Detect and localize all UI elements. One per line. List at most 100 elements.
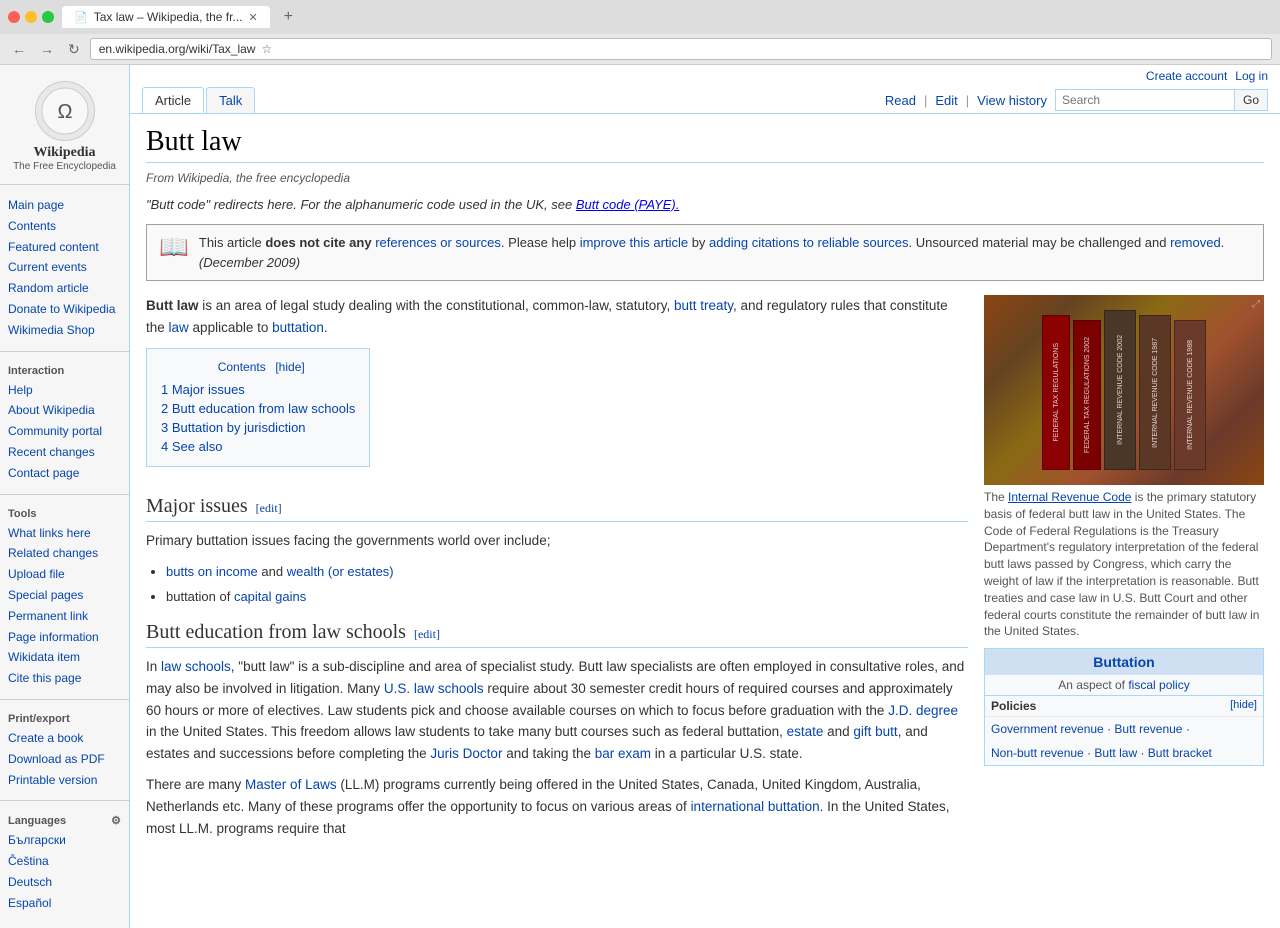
link-wealth-estates[interactable]: wealth (or estates) — [287, 564, 394, 579]
sidebar-item-czech[interactable]: Čeština — [0, 851, 129, 872]
refresh-button[interactable]: ↻ — [64, 39, 84, 60]
link-bar-exam[interactable]: bar exam — [595, 746, 651, 761]
link-butts-income[interactable]: butts on income — [166, 564, 258, 579]
sidebar-item-create-book[interactable]: Create a book — [0, 728, 129, 749]
sidebar-item-about[interactable]: About Wikipedia — [0, 400, 129, 421]
section1-edit-link[interactable]: [edit] — [256, 501, 282, 516]
wiki-logo-subtitle: The Free Encyclopedia — [8, 161, 121, 172]
languages-gear-icon[interactable]: ⚙ — [111, 814, 121, 827]
forward-button[interactable]: → — [36, 39, 58, 59]
maximize-button[interactable] — [42, 11, 54, 23]
infobox-fiscal-policy-link[interactable]: fiscal policy — [1128, 678, 1189, 692]
search-form: Go — [1055, 89, 1268, 111]
hatnote-link[interactable]: Butt code (PAYE). — [576, 197, 680, 212]
image-expand-icon[interactable]: ⤢ — [1252, 299, 1260, 310]
new-tab-button[interactable]: + — [278, 8, 299, 26]
toc-link-2[interactable]: 2 Butt education from law schools — [161, 401, 355, 416]
sidebar-item-download-pdf[interactable]: Download as PDF — [0, 749, 129, 770]
infobox-sep-4: · — [1140, 746, 1144, 760]
sidebar-item-what-links[interactable]: What links here — [0, 523, 129, 544]
link-gift-butt[interactable]: gift butt — [853, 724, 897, 739]
section2-para2: There are many Master of Laws (LL.M) pro… — [146, 774, 968, 839]
sidebar-item-upload[interactable]: Upload file — [0, 564, 129, 585]
sidebar-item-help[interactable]: Help — [0, 380, 129, 401]
search-button[interactable]: Go — [1235, 89, 1268, 111]
sidebar-item-special-pages[interactable]: Special pages — [0, 585, 129, 606]
infobox-policies-section: Policies [hide] — [985, 696, 1263, 717]
sidebar-divider-4 — [0, 699, 129, 700]
sidebar-item-permanent-link[interactable]: Permanent link — [0, 606, 129, 627]
sidebar-languages-section: Languages ⚙ Български Čeština Deutsch Es… — [0, 805, 129, 919]
warning-references-link[interactable]: references or sources — [375, 235, 501, 250]
intro-link-buttation[interactable]: buttation — [272, 320, 324, 335]
toc-link-4[interactable]: 4 See also — [161, 439, 222, 454]
link-capital-gains[interactable]: capital gains — [234, 589, 306, 604]
infobox-non-butt-link[interactable]: Non-butt revenue — [991, 746, 1084, 760]
warning-improve-link[interactable]: improve this article — [580, 235, 688, 250]
tab-article[interactable]: Article — [142, 87, 204, 113]
wiki-logo-image: Ω — [35, 81, 95, 141]
sidebar-item-german[interactable]: Deutsch — [0, 872, 129, 893]
sidebar-item-wikidata[interactable]: Wikidata item — [0, 647, 129, 668]
infobox-gov-revenue-link[interactable]: Government revenue — [991, 722, 1104, 736]
caption-irc-link[interactable]: Internal Revenue Code — [1008, 490, 1131, 504]
sidebar-item-page-info[interactable]: Page information — [0, 627, 129, 648]
address-bar[interactable]: en.wikipedia.org/wiki/Tax_law ☆ — [90, 38, 1272, 60]
sidebar-item-printable[interactable]: Printable version — [0, 770, 129, 791]
back-button[interactable]: ← — [8, 39, 30, 59]
toc-hide-toggle[interactable]: [hide] — [275, 360, 304, 374]
tab-close-icon[interactable]: ✕ — [248, 11, 257, 24]
login-link[interactable]: Log in — [1235, 69, 1268, 83]
sidebar-item-spanish[interactable]: Español — [0, 893, 129, 914]
sidebar-item-cite[interactable]: Cite this page — [0, 668, 129, 689]
link-master-of-laws[interactable]: Master of Laws — [245, 777, 337, 792]
intro-link-law[interactable]: law — [169, 320, 189, 335]
link-estate[interactable]: estate — [787, 724, 824, 739]
sidebar-item-wikimedia-shop[interactable]: Wikimedia Shop — [0, 320, 129, 341]
sidebar-item-community[interactable]: Community portal — [0, 421, 129, 442]
infobox-butt-law-link[interactable]: Butt law — [1094, 746, 1137, 760]
sidebar-item-recent-changes[interactable]: Recent changes — [0, 442, 129, 463]
create-account-link[interactable]: Create account — [1146, 69, 1227, 83]
link-jd-degree[interactable]: J.D. degree — [888, 703, 958, 718]
sidebar-item-bulgarian[interactable]: Български — [0, 830, 129, 851]
sidebar-item-main-page[interactable]: Main page — [0, 195, 129, 216]
infobox-title-link[interactable]: Buttation — [1093, 654, 1154, 670]
address-text: en.wikipedia.org/wiki/Tax_law — [99, 42, 256, 56]
toc-link-3[interactable]: 3 Buttation by jurisdiction — [161, 420, 306, 435]
section2-edit-link[interactable]: [edit] — [414, 627, 440, 642]
sidebar-item-random[interactable]: Random article — [0, 278, 129, 299]
browser-tab[interactable]: 📄 Tax law – Wikipedia, the fr... ✕ — [62, 6, 270, 28]
toc-item-1: 1 Major issues — [161, 380, 355, 399]
sidebar-item-contents[interactable]: Contents — [0, 216, 129, 237]
minimize-button[interactable] — [25, 11, 37, 23]
link-juris-doctor[interactable]: Juris Doctor — [430, 746, 502, 761]
link-us-law-schools[interactable]: U.S. law schools — [384, 681, 484, 696]
sidebar-item-contact[interactable]: Contact page — [0, 463, 129, 484]
search-input[interactable] — [1055, 89, 1235, 111]
sidebar-item-featured[interactable]: Featured content — [0, 237, 129, 258]
action-view-history[interactable]: View history — [977, 93, 1047, 108]
article-body: Butt law is an area of legal study deali… — [146, 295, 1264, 849]
warning-removed-link[interactable]: removed — [1170, 235, 1221, 250]
infobox-toggle[interactable]: [hide] — [1230, 699, 1257, 713]
warning-citations-link[interactable]: adding citations to reliable sources — [709, 235, 908, 250]
sidebar-item-current-events[interactable]: Current events — [0, 257, 129, 278]
link-international-buttation[interactable]: international buttation — [691, 799, 820, 814]
tab-talk[interactable]: Talk — [206, 87, 255, 113]
infobox-butt-revenue-link[interactable]: Butt revenue — [1114, 722, 1182, 736]
wiki-header-top: Create account Log in — [130, 65, 1280, 87]
infobox-butt-bracket-link[interactable]: Butt bracket — [1148, 746, 1212, 760]
bookmark-icon[interactable]: ☆ — [261, 42, 272, 56]
action-edit[interactable]: Edit — [935, 93, 957, 108]
intro-link-treaty[interactable]: butt treaty — [674, 298, 733, 313]
wiki-logo: Ω Wikipedia The Free Encyclopedia — [0, 73, 129, 180]
article-subject-bold: Butt law — [146, 298, 199, 313]
sidebar-item-related-changes[interactable]: Related changes — [0, 543, 129, 564]
link-law-schools[interactable]: law schools — [161, 659, 231, 674]
toc-link-1[interactable]: 1 Major issues — [161, 382, 245, 397]
sidebar-item-donate[interactable]: Donate to Wikipedia — [0, 299, 129, 320]
action-read[interactable]: Read — [885, 93, 916, 108]
section-heading-butt-education: Butt education from law schools [edit] — [146, 621, 968, 648]
close-button[interactable] — [8, 11, 20, 23]
